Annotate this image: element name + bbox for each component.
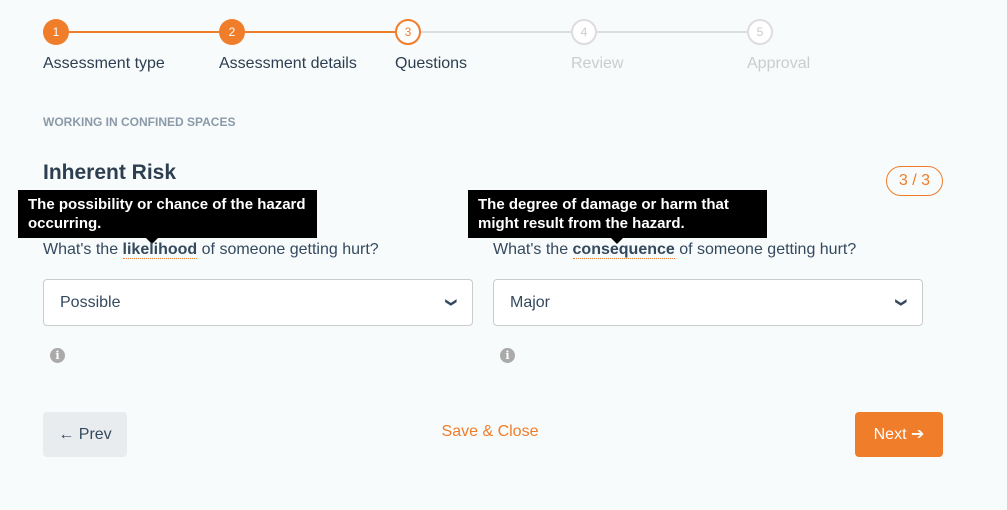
step-4-label: Review [571, 55, 624, 72]
info-icon[interactable]: i [50, 348, 65, 363]
page-title: Inherent Risk [43, 161, 177, 184]
consequence-select[interactable]: Major ❯ [493, 279, 923, 326]
likelihood-value: Possible [60, 293, 121, 311]
chevron-down-icon: ❯ [444, 297, 457, 308]
step-4-circle: 4 [571, 19, 597, 45]
question-counter-badge: 3 / 3 [886, 166, 943, 196]
likelihood-question: What's the likelihood of someone getting… [43, 241, 379, 259]
prev-button[interactable]: ← Prev [43, 412, 127, 457]
likelihood-select[interactable]: Possible ❯ [43, 279, 473, 326]
tooltip-text: The degree of damage or harm that might … [478, 196, 729, 232]
section-subtitle: WORKING IN CONFINED SPACES [43, 115, 236, 129]
step-5-label: Approval [747, 55, 811, 72]
info-icon[interactable]: i [500, 348, 515, 363]
tooltip-text: The possibility or chance of the hazard … [28, 196, 306, 232]
step-1-label[interactable]: Assessment type [43, 55, 165, 73]
next-button[interactable]: Next ➔ [855, 412, 943, 457]
consequence-value: Major [510, 293, 551, 311]
step-5-circle: 5 [747, 19, 773, 45]
chevron-down-icon: ❯ [894, 297, 907, 308]
likelihood-tooltip: The possibility or chance of the hazard … [18, 190, 317, 244]
step-3-circle: 3 [395, 19, 421, 45]
step-2-label[interactable]: Assessment details [219, 55, 357, 73]
consequence-tooltip: The degree of damage or harm that might … [468, 190, 767, 244]
step-3-label: Questions [395, 55, 468, 72]
likelihood-term[interactable]: likelihood [122, 241, 198, 259]
step-2-circle[interactable]: 2 [219, 19, 245, 45]
save-close-link[interactable]: Save & Close [400, 423, 580, 441]
step-1-circle[interactable]: 1 [43, 19, 69, 45]
consequence-term[interactable]: consequence [572, 241, 675, 259]
consequence-question: What's the consequence of someone gettin… [493, 241, 857, 259]
